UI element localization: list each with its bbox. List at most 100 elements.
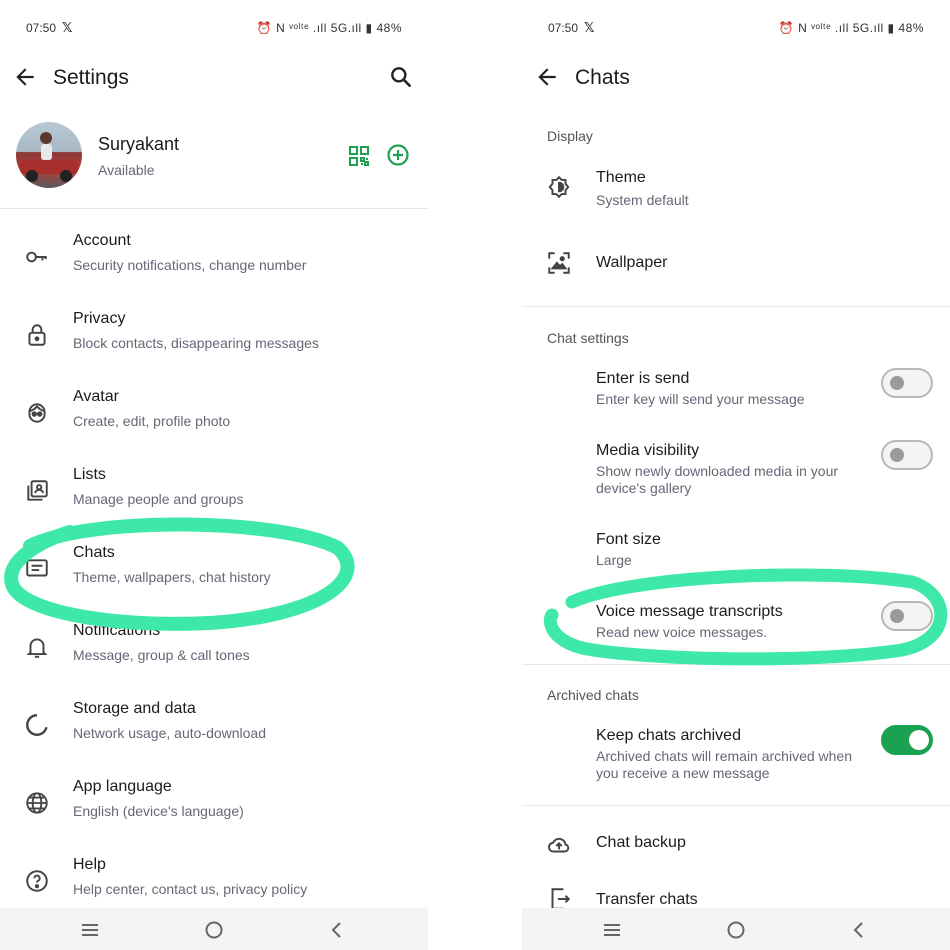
page-title: Chats [575, 66, 630, 89]
setting-keep-chats-archived[interactable]: Keep chats archived Archived chats will … [522, 725, 950, 785]
settings-item-title: App language [73, 778, 172, 795]
setting-subtitle: Archived chats will remain archived when… [596, 748, 852, 781]
settings-item-title: Account [73, 232, 131, 249]
profile-row[interactable]: Suryakant Available [0, 118, 428, 194]
settings-header: Settings [0, 56, 428, 100]
lists-icon [27, 480, 48, 501]
status-time: 07:50 [548, 21, 579, 35]
status-time: 07:50 [26, 21, 57, 35]
setting-subtitle: System default [596, 192, 689, 208]
lock-icon [28, 324, 46, 346]
settings-item-account[interactable]: Account Security notifications, change n… [0, 224, 428, 294]
globe-icon [26, 792, 48, 814]
avatar[interactable] [16, 122, 82, 188]
section-chat-settings: Chat settings [547, 330, 629, 346]
settings-item-subtitle: Network usage, auto-download [73, 725, 267, 741]
divider [0, 208, 428, 209]
section-archived-chats: Archived chats [547, 687, 639, 703]
settings-item-title: Privacy [73, 310, 126, 327]
settings-screen: 07:50 𝕏 ⏰ N ᵛᵒˡᵗᵉ .ıll 5G.ıll ▮ 48% Sett… [0, 0, 428, 950]
system-nav-bar [0, 908, 428, 950]
section-display: Display [547, 128, 593, 144]
divider [522, 306, 950, 307]
setting-title: Theme [596, 169, 646, 186]
setting-title: Voice message transcripts [596, 603, 783, 620]
menu-icon[interactable] [600, 918, 624, 942]
settings-item-subtitle: Help center, contact us, privacy policy [73, 881, 308, 897]
settings-item-subtitle: Theme, wallpapers, chat history [73, 569, 271, 585]
settings-item-app-language[interactable]: App language English (device's language) [0, 770, 428, 840]
settings-item-title: Notifications [73, 622, 161, 639]
settings-item-notifications[interactable]: Notifications Message, group & call tone… [0, 614, 428, 684]
setting-title: Chat backup [596, 834, 686, 851]
chats-header: Chats [522, 56, 950, 100]
storage-icon [26, 714, 48, 736]
settings-item-avatar[interactable]: Avatar Create, edit, profile photo [0, 380, 428, 450]
theme-icon [548, 175, 570, 199]
setting-title: Font size [596, 531, 661, 548]
settings-item-title: Lists [73, 466, 106, 483]
search-icon[interactable] [388, 64, 414, 90]
settings-item-subtitle: Message, group & call tones [73, 647, 250, 663]
wallpaper-icon [548, 252, 570, 274]
profile-status: Available [98, 162, 155, 178]
setting-voice-message-transcripts[interactable]: Voice message transcripts Read new voice… [522, 601, 950, 645]
settings-item-title: Avatar [73, 388, 119, 405]
system-nav-bar [522, 908, 950, 950]
media-visibility-toggle[interactable] [881, 440, 933, 470]
setting-title: Transfer chats [596, 891, 698, 908]
home-circle-icon[interactable] [202, 918, 226, 942]
avatar-face-icon [28, 403, 46, 423]
setting-theme[interactable]: Theme System default [522, 164, 950, 220]
page-title: Settings [53, 66, 129, 89]
setting-title: Wallpaper [596, 254, 668, 271]
setting-wallpaper[interactable]: Wallpaper [522, 242, 950, 288]
settings-item-subtitle: English (device's language) [73, 803, 244, 819]
home-circle-icon[interactable] [724, 918, 748, 942]
settings-item-title: Storage and data [73, 700, 196, 717]
status-bar: 07:50 𝕏 ⏰ N ᵛᵒˡᵗᵉ .ıll 5G.ıll ▮ 48% [0, 0, 428, 40]
settings-item-subtitle: Security notifications, change number [73, 257, 307, 273]
settings-item-storage[interactable]: Storage and data Network usage, auto-dow… [0, 692, 428, 762]
setting-chat-backup[interactable]: Chat backup [522, 826, 950, 866]
x-logo-icon: 𝕏 [584, 20, 595, 35]
toggle-knob [890, 448, 904, 462]
settings-item-subtitle: Manage people and groups [73, 491, 244, 507]
qr-code-icon[interactable] [347, 144, 371, 168]
status-bar: 07:50 𝕏 ⏰ N ᵛᵒˡᵗᵉ .ıll 5G.ıll ▮ 48% [522, 0, 950, 40]
settings-item-lists[interactable]: Lists Manage people and groups [0, 458, 428, 528]
settings-item-title: Help [73, 856, 106, 873]
add-circle-icon[interactable] [386, 143, 410, 167]
key-icon [26, 251, 47, 263]
toggle-knob [890, 376, 904, 390]
setting-subtitle: Show newly downloaded media in your devi… [596, 463, 839, 496]
setting-enter-is-send[interactable]: Enter is send Enter key will send your m… [522, 368, 950, 416]
chat-icon [26, 559, 48, 577]
settings-item-title: Chats [73, 544, 115, 561]
setting-font-size[interactable]: Font size Large [522, 529, 950, 573]
settings-item-privacy[interactable]: Privacy Block contacts, disappearing mes… [0, 302, 428, 372]
settings-item-subtitle: Create, edit, profile photo [73, 413, 231, 429]
setting-title: Enter is send [596, 370, 690, 387]
setting-subtitle: Enter key will send your message [596, 391, 805, 407]
profile-name: Suryakant [98, 134, 180, 154]
cloud-upload-icon [548, 837, 570, 853]
back-arrow-icon[interactable] [534, 64, 560, 90]
bell-icon [26, 638, 48, 658]
setting-subtitle: Read new voice messages. [596, 624, 768, 640]
back-chevron-icon[interactable] [847, 918, 871, 942]
x-logo-icon: 𝕏 [62, 20, 73, 35]
settings-item-chats[interactable]: Chats Theme, wallpapers, chat history [0, 536, 428, 606]
chats-settings-screen: 07:50 𝕏 ⏰ N ᵛᵒˡᵗᵉ .ıll 5G.ıll ▮ 48% Chat… [522, 0, 950, 950]
menu-icon[interactable] [78, 918, 102, 942]
keep-chats-archived-toggle[interactable] [881, 725, 933, 755]
setting-subtitle: Large [596, 552, 632, 568]
enter-is-send-toggle[interactable] [881, 368, 933, 398]
back-arrow-icon[interactable] [12, 64, 38, 90]
back-chevron-icon[interactable] [325, 918, 349, 942]
voice-transcripts-toggle[interactable] [881, 601, 933, 631]
help-icon [26, 870, 48, 892]
setting-media-visibility[interactable]: Media visibility Show newly downloaded m… [522, 440, 950, 500]
setting-title: Media visibility [596, 442, 700, 459]
divider [522, 805, 950, 806]
